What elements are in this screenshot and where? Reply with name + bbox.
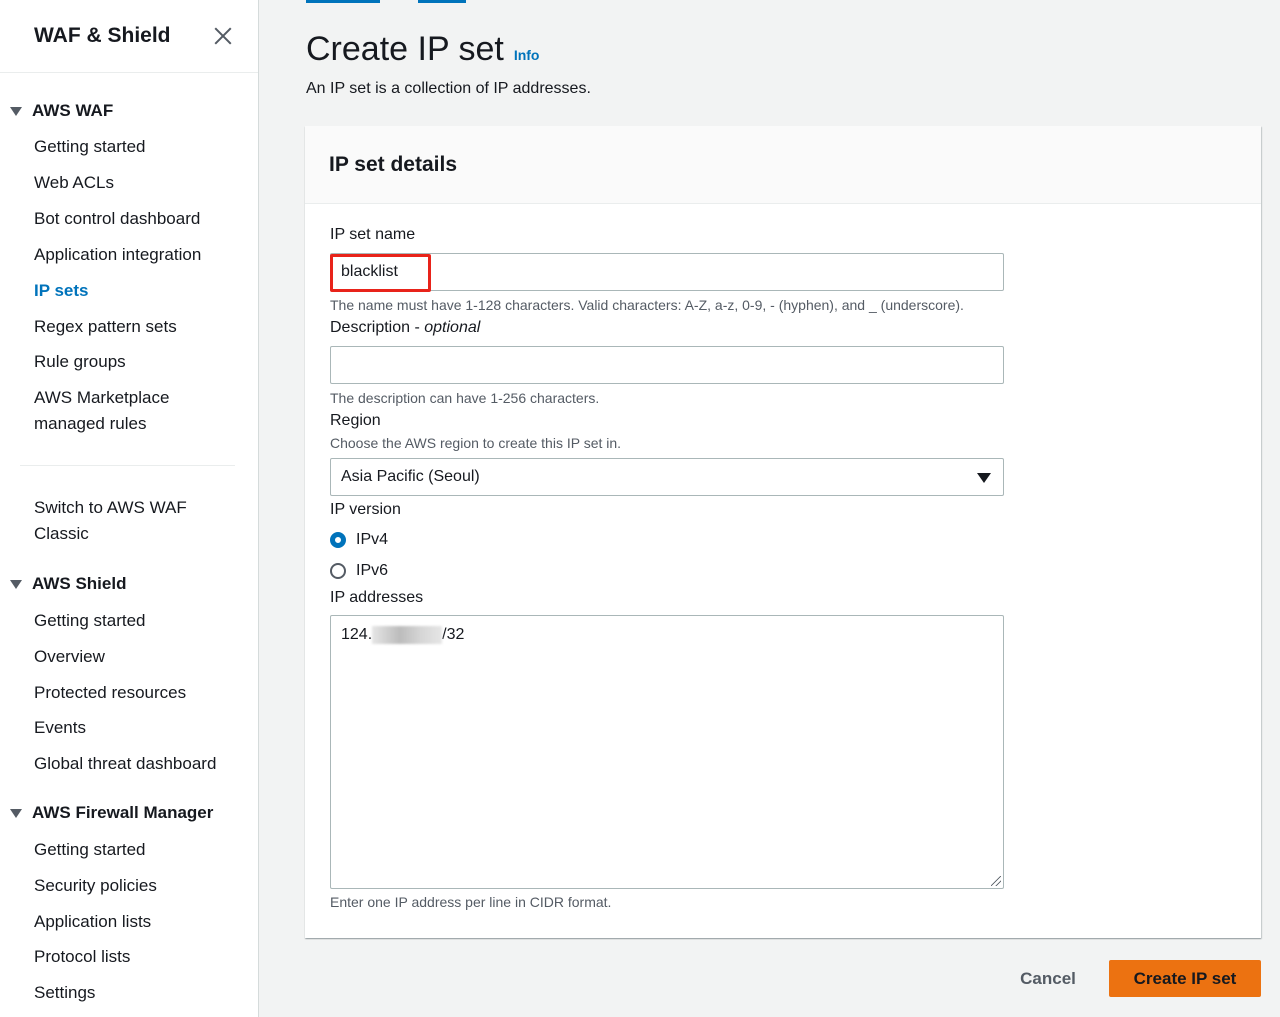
nav-switch-classic-line2[interactable]: Classic bbox=[34, 521, 89, 547]
nav-regex-pattern-sets[interactable]: Regex pattern sets bbox=[34, 314, 177, 340]
nav-protected-resources[interactable]: Protected resources bbox=[34, 680, 186, 706]
sidebar-title: WAF & Shield bbox=[34, 24, 171, 47]
description-label: Description - optional bbox=[330, 319, 480, 337]
section-aws-waf[interactable]: AWS WAF bbox=[10, 101, 113, 121]
resize-handle-icon[interactable] bbox=[991, 876, 1001, 886]
caret-down-icon bbox=[977, 473, 991, 483]
nav-global-threat-dashboard[interactable]: Global threat dashboard bbox=[34, 751, 216, 777]
ipv4-label: IPv4 bbox=[356, 531, 389, 548]
optional-tag: optional bbox=[424, 319, 481, 336]
redacted-ip-segment bbox=[372, 626, 443, 644]
nav-shield-getting-started[interactable]: Getting started bbox=[34, 608, 146, 634]
ip-address-line: 124. /32 bbox=[341, 626, 993, 644]
region-select[interactable]: Asia Pacific (Seoul) bbox=[330, 458, 1004, 496]
caret-down-icon bbox=[10, 106, 22, 116]
info-link[interactable]: Info bbox=[514, 47, 540, 63]
ip-set-name-input[interactable]: blacklist bbox=[330, 253, 1004, 291]
nav-shield-overview[interactable]: Overview bbox=[34, 644, 105, 670]
breadcrumb-link[interactable] bbox=[306, 0, 380, 3]
page-description: An IP set is a collection of IP addresse… bbox=[306, 80, 591, 97]
sidebar-divider bbox=[20, 465, 235, 466]
nav-events[interactable]: Events bbox=[34, 715, 86, 741]
sidebar-header: WAF & Shield bbox=[0, 0, 258, 73]
caret-down-icon bbox=[10, 579, 22, 589]
ip-addresses-hint: Enter one IP address per line in CIDR fo… bbox=[330, 894, 612, 910]
nav-application-lists[interactable]: Application lists bbox=[34, 909, 151, 935]
card-header: IP set details bbox=[305, 126, 1261, 204]
create-ip-set-button[interactable]: Create IP set bbox=[1109, 960, 1261, 997]
description-input[interactable] bbox=[330, 346, 1004, 384]
cancel-button[interactable]: Cancel bbox=[1005, 961, 1091, 997]
ip-set-name-label: IP set name bbox=[330, 226, 416, 243]
ipv6-label: IPv6 bbox=[356, 562, 389, 579]
description-label-text: Description - bbox=[330, 319, 425, 336]
nav-waf-getting-started[interactable]: Getting started bbox=[34, 134, 146, 160]
nav-aws-marketplace[interactable]: AWS Marketplace bbox=[34, 385, 169, 411]
section-aws-shield[interactable]: AWS Shield bbox=[10, 574, 126, 594]
nav-switch-classic[interactable]: Switch to AWS WAF bbox=[34, 495, 187, 521]
nav-ip-sets[interactable]: IP sets bbox=[34, 278, 89, 304]
caret-down-icon bbox=[10, 808, 22, 818]
section-label: AWS Firewall Manager bbox=[32, 803, 214, 822]
nav-managed-rules[interactable]: managed rules bbox=[34, 411, 146, 437]
ipv6-option[interactable]: IPv6 bbox=[330, 562, 388, 580]
section-label: AWS Shield bbox=[32, 574, 127, 593]
page-title-text: Create IP set bbox=[306, 30, 504, 68]
ip-addresses-textarea[interactable]: 124. /32 bbox=[330, 615, 1004, 889]
description-hint: The description can have 1-256 character… bbox=[330, 390, 600, 406]
ip-set-name-hint: The name must have 1-128 characters. Val… bbox=[330, 297, 964, 313]
radio-checked-icon[interactable] bbox=[330, 532, 346, 548]
page-title: Create IP set Info bbox=[306, 30, 539, 69]
region-label: Region bbox=[330, 412, 381, 429]
card-title: IP set details bbox=[329, 152, 458, 176]
ip-address-suffix: /32 bbox=[442, 626, 465, 643]
nav-fm-getting-started[interactable]: Getting started bbox=[34, 837, 146, 863]
nav-protocol-lists[interactable]: Protocol lists bbox=[34, 944, 130, 970]
close-icon[interactable] bbox=[212, 25, 234, 47]
breadcrumb-link[interactable] bbox=[418, 0, 466, 3]
nav-bot-control-dashboard[interactable]: Bot control dashboard bbox=[34, 206, 200, 232]
ipv4-option[interactable]: IPv4 bbox=[330, 531, 388, 549]
side-navigation: WAF & Shield AWS WAF Getting started Web… bbox=[0, 0, 259, 1017]
highlight-annotation bbox=[330, 254, 431, 292]
nav-rule-groups[interactable]: Rule groups bbox=[34, 349, 126, 375]
region-selected-value: Asia Pacific (Seoul) bbox=[341, 468, 480, 485]
nav-security-policies[interactable]: Security policies bbox=[34, 873, 157, 899]
radio-unchecked-icon[interactable] bbox=[330, 563, 346, 579]
nav-web-acls[interactable]: Web ACLs bbox=[34, 170, 114, 196]
nav-application-integration[interactable]: Application integration bbox=[34, 242, 201, 268]
nav-settings[interactable]: Settings bbox=[34, 980, 95, 1006]
ip-address-prefix: 124. bbox=[341, 626, 373, 643]
region-hint: Choose the AWS region to create this IP … bbox=[330, 435, 622, 451]
ip-version-label: IP version bbox=[330, 501, 401, 518]
section-firewall-manager[interactable]: AWS Firewall Manager bbox=[10, 803, 213, 823]
section-label: AWS WAF bbox=[32, 101, 114, 120]
ip-addresses-label: IP addresses bbox=[330, 589, 424, 606]
